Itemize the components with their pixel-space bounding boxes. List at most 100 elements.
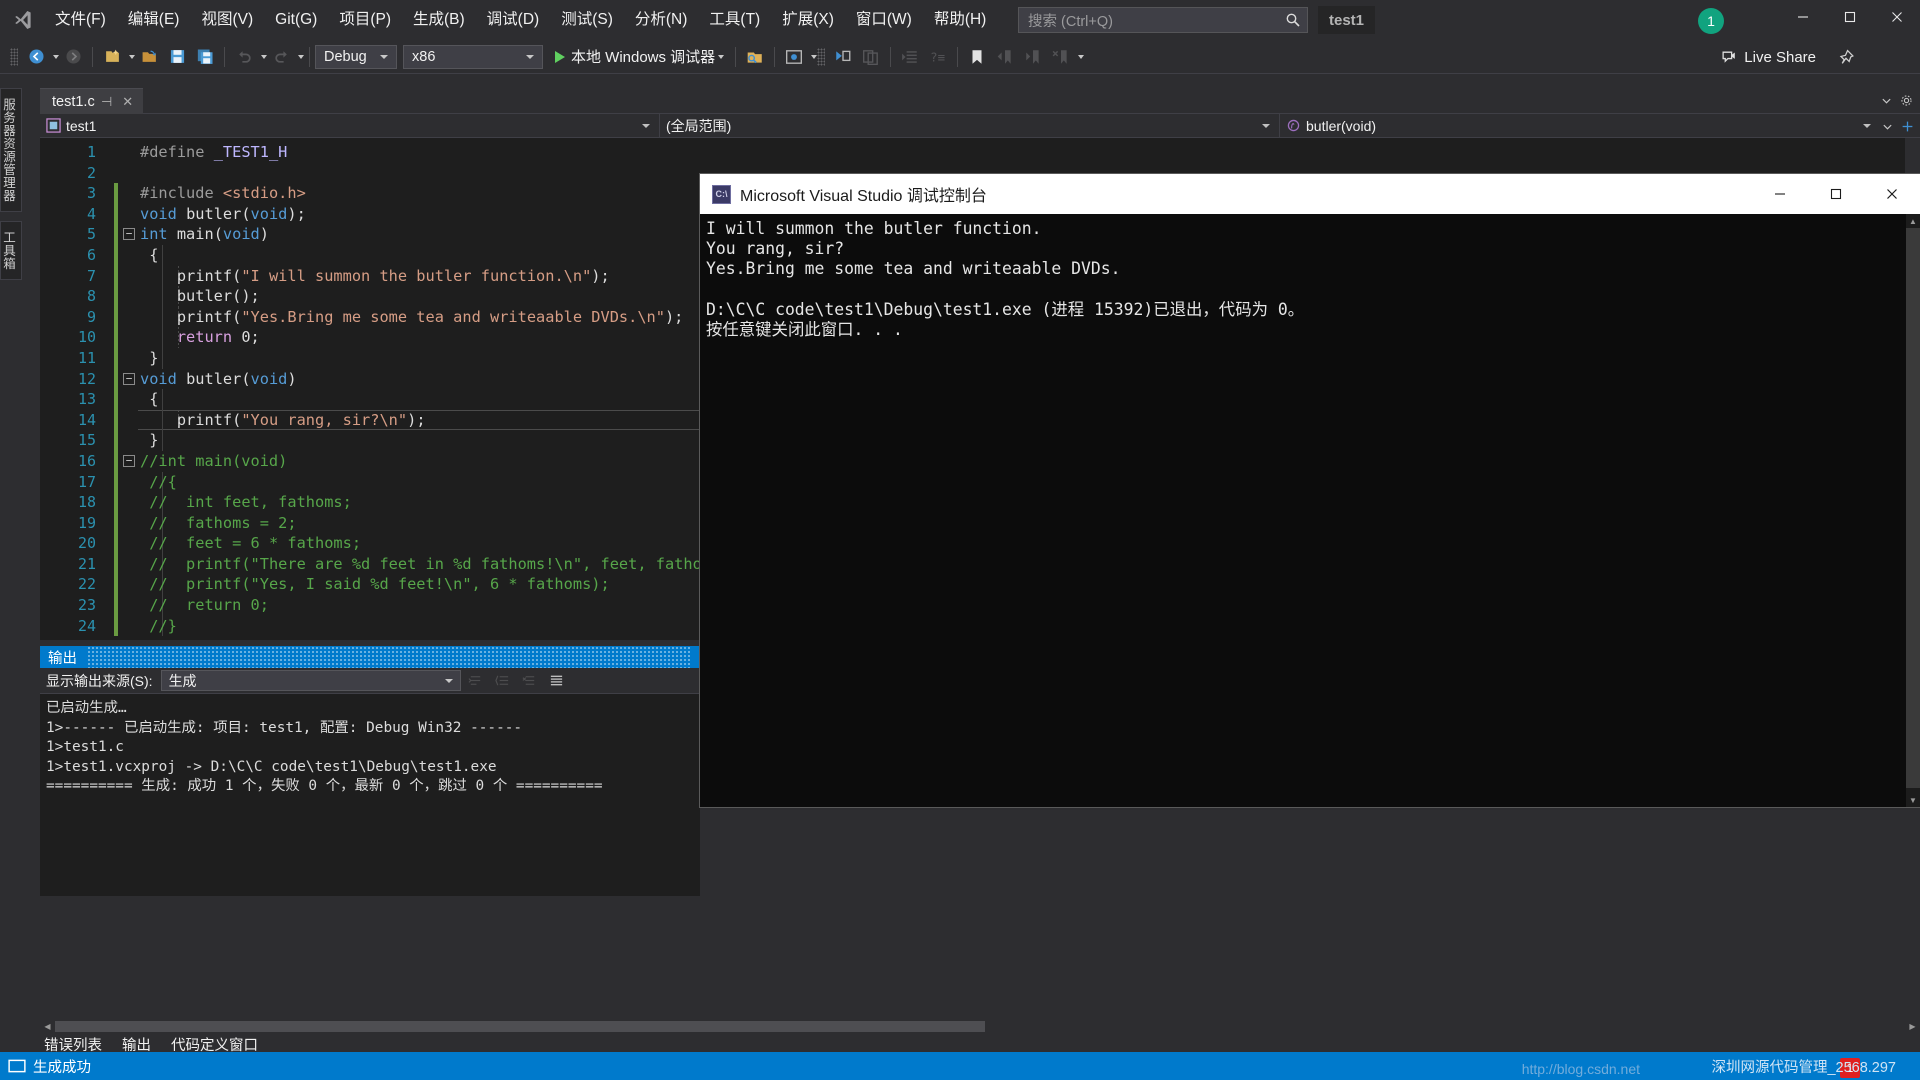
fold-toggle-icon[interactable]: − bbox=[123, 228, 135, 240]
scroll-left-icon[interactable]: ◀ bbox=[40, 1022, 55, 1031]
save-all-icon[interactable] bbox=[192, 44, 218, 70]
tab-strip-controls bbox=[1876, 90, 1916, 110]
navbar-scope-selector[interactable]: (全局范围) bbox=[660, 114, 1280, 138]
horizontal-scroll-track[interactable] bbox=[55, 1019, 1905, 1034]
redo-icon[interactable] bbox=[268, 44, 294, 70]
live-visual-tree-icon[interactable] bbox=[830, 44, 856, 70]
status-bar-left: 生成成功 bbox=[0, 1056, 91, 1077]
new-project-dropdown-icon[interactable] bbox=[129, 55, 135, 59]
select-element-icon[interactable] bbox=[781, 44, 807, 70]
pin-toolbar-icon[interactable] bbox=[1833, 44, 1859, 70]
undo-dropdown-icon[interactable] bbox=[261, 55, 267, 59]
redo-dropdown-icon[interactable] bbox=[298, 55, 304, 59]
menu-tools[interactable]: 工具(T) bbox=[698, 0, 771, 40]
start-debugging-button[interactable]: 本地 Windows 调试器 bbox=[549, 44, 730, 70]
close-icon[interactable]: ✕ bbox=[119, 93, 137, 111]
scroll-up-icon[interactable]: ▲ bbox=[1906, 214, 1920, 228]
menu-help[interactable]: 帮助(H) bbox=[923, 0, 998, 40]
console-title-bar[interactable]: C:\ Microsoft Visual Studio 调试控制台 bbox=[700, 174, 1920, 214]
go-to-previous-icon[interactable] bbox=[491, 670, 515, 692]
minimize-button[interactable] bbox=[1779, 0, 1826, 34]
output-pane-drag-handle[interactable] bbox=[87, 646, 692, 668]
menu-edit[interactable]: 编辑(E) bbox=[117, 0, 191, 40]
menu-file[interactable]: 文件(F) bbox=[44, 0, 117, 40]
clear-bookmarks-icon[interactable] bbox=[1048, 44, 1074, 70]
code-line[interactable]: 1#define _TEST1_H bbox=[40, 142, 1920, 163]
solution-platform-combo[interactable]: x86 bbox=[403, 45, 543, 69]
standard-toolbar: Debug x86 本地 Windows 调试器 bbox=[0, 40, 1920, 74]
split-view-icon[interactable] bbox=[1897, 116, 1917, 136]
new-project-icon[interactable] bbox=[99, 44, 125, 70]
indent-icon[interactable] bbox=[897, 44, 923, 70]
toggle-word-wrap-icon[interactable] bbox=[545, 670, 569, 692]
toolbar-separator bbox=[309, 47, 310, 67]
live-share-button[interactable]: Live Share bbox=[1713, 44, 1824, 70]
chevron-down-icon[interactable] bbox=[1877, 116, 1897, 136]
chevron-down-icon[interactable] bbox=[1876, 90, 1896, 110]
change-indicator bbox=[114, 430, 118, 451]
menu-test[interactable]: 测试(S) bbox=[550, 0, 624, 40]
navigate-backward-icon[interactable] bbox=[23, 44, 49, 70]
menu-extensions[interactable]: 扩展(X) bbox=[771, 0, 845, 40]
clear-all-icon[interactable] bbox=[518, 670, 542, 692]
toolbar-grip[interactable] bbox=[10, 48, 18, 66]
menu-debug[interactable]: 调试(D) bbox=[476, 0, 551, 40]
document-tab-test1c[interactable]: test1.c ⊣ ✕ bbox=[40, 88, 143, 114]
gear-icon[interactable] bbox=[1896, 90, 1916, 110]
menu-build[interactable]: 生成(B) bbox=[402, 0, 476, 40]
toggle-bookmark-icon[interactable] bbox=[964, 44, 990, 70]
navigate-backward-dropdown-icon[interactable] bbox=[53, 55, 59, 59]
console-minimize-button[interactable] bbox=[1752, 174, 1808, 214]
vtab-toolbox[interactable]: 工具箱 bbox=[0, 221, 22, 280]
console-close-button[interactable] bbox=[1864, 174, 1920, 214]
solution-chip[interactable]: test1 bbox=[1318, 6, 1375, 34]
menu-project[interactable]: 项目(P) bbox=[328, 0, 402, 40]
line-number: 22 bbox=[40, 574, 96, 595]
chevron-down-icon bbox=[718, 55, 724, 59]
fold-toggle-icon[interactable]: − bbox=[123, 455, 135, 467]
navbar-project-selector[interactable]: test1 bbox=[40, 114, 660, 138]
copy-panel-icon[interactable] bbox=[858, 44, 884, 70]
change-indicator bbox=[114, 348, 118, 369]
navbar-member-selector[interactable]: butler(void) bbox=[1280, 114, 1880, 138]
editor-horizontal-scrollbar[interactable]: ◀ ▶ bbox=[40, 1019, 1920, 1034]
undo-icon[interactable] bbox=[231, 44, 257, 70]
debug-console-window[interactable]: C:\ Microsoft Visual Studio 调试控制台 I will… bbox=[700, 174, 1920, 807]
scroll-right-icon[interactable]: ▶ bbox=[1905, 1022, 1920, 1031]
navbar-scope-label: (全局范围) bbox=[666, 116, 731, 136]
watermark-right: 深圳网源代码管理_2568.297 bbox=[1711, 1056, 1896, 1077]
output-pane-title-bar[interactable]: 输出 bbox=[40, 646, 700, 668]
solution-configuration-combo[interactable]: Debug bbox=[315, 45, 397, 69]
save-icon[interactable] bbox=[164, 44, 190, 70]
avatar[interactable]: 1 bbox=[1698, 8, 1724, 34]
live-share-icon bbox=[1721, 49, 1738, 66]
toolbar-grip[interactable] bbox=[817, 48, 825, 66]
change-indicator bbox=[114, 327, 118, 348]
previous-bookmark-icon[interactable] bbox=[992, 44, 1018, 70]
pin-icon[interactable]: ⊣ bbox=[98, 93, 116, 111]
chevron-down-icon bbox=[380, 55, 388, 59]
navigate-forward-icon[interactable] bbox=[60, 44, 86, 70]
search-input[interactable]: 搜索 (Ctrl+Q) bbox=[1018, 7, 1308, 33]
next-bookmark-icon[interactable] bbox=[1020, 44, 1046, 70]
console-scrollbar[interactable]: ▲ ▼ bbox=[1906, 214, 1920, 807]
vtab-server-explorer[interactable]: 服务器资源管理器 bbox=[0, 88, 22, 212]
close-button[interactable] bbox=[1873, 0, 1920, 34]
output-source-combo[interactable]: 生成 bbox=[161, 670, 461, 691]
console-maximize-button[interactable] bbox=[1808, 174, 1864, 214]
menu-window[interactable]: 窗口(W) bbox=[845, 0, 923, 40]
scroll-down-icon[interactable]: ▼ bbox=[1906, 793, 1920, 807]
status-bar: 生成成功 http://blog.csdn.net 1 深圳网源代码管理_256… bbox=[0, 1052, 1920, 1080]
attach-process-icon[interactable] bbox=[742, 44, 768, 70]
comment-icon[interactable]: ?≡ bbox=[925, 44, 951, 70]
menu-analyze[interactable]: 分析(N) bbox=[624, 0, 699, 40]
toolbar-overflow-icon[interactable] bbox=[1078, 55, 1084, 59]
menu-view[interactable]: 视图(V) bbox=[190, 0, 264, 40]
find-message-icon[interactable] bbox=[464, 670, 488, 692]
fold-toggle-icon[interactable]: − bbox=[123, 373, 135, 385]
open-file-icon[interactable] bbox=[136, 44, 162, 70]
horizontal-scroll-thumb[interactable] bbox=[55, 1021, 985, 1032]
menu-git[interactable]: Git(G) bbox=[264, 0, 328, 40]
maximize-button[interactable] bbox=[1826, 0, 1873, 34]
console-scroll-thumb[interactable] bbox=[1906, 228, 1920, 788]
